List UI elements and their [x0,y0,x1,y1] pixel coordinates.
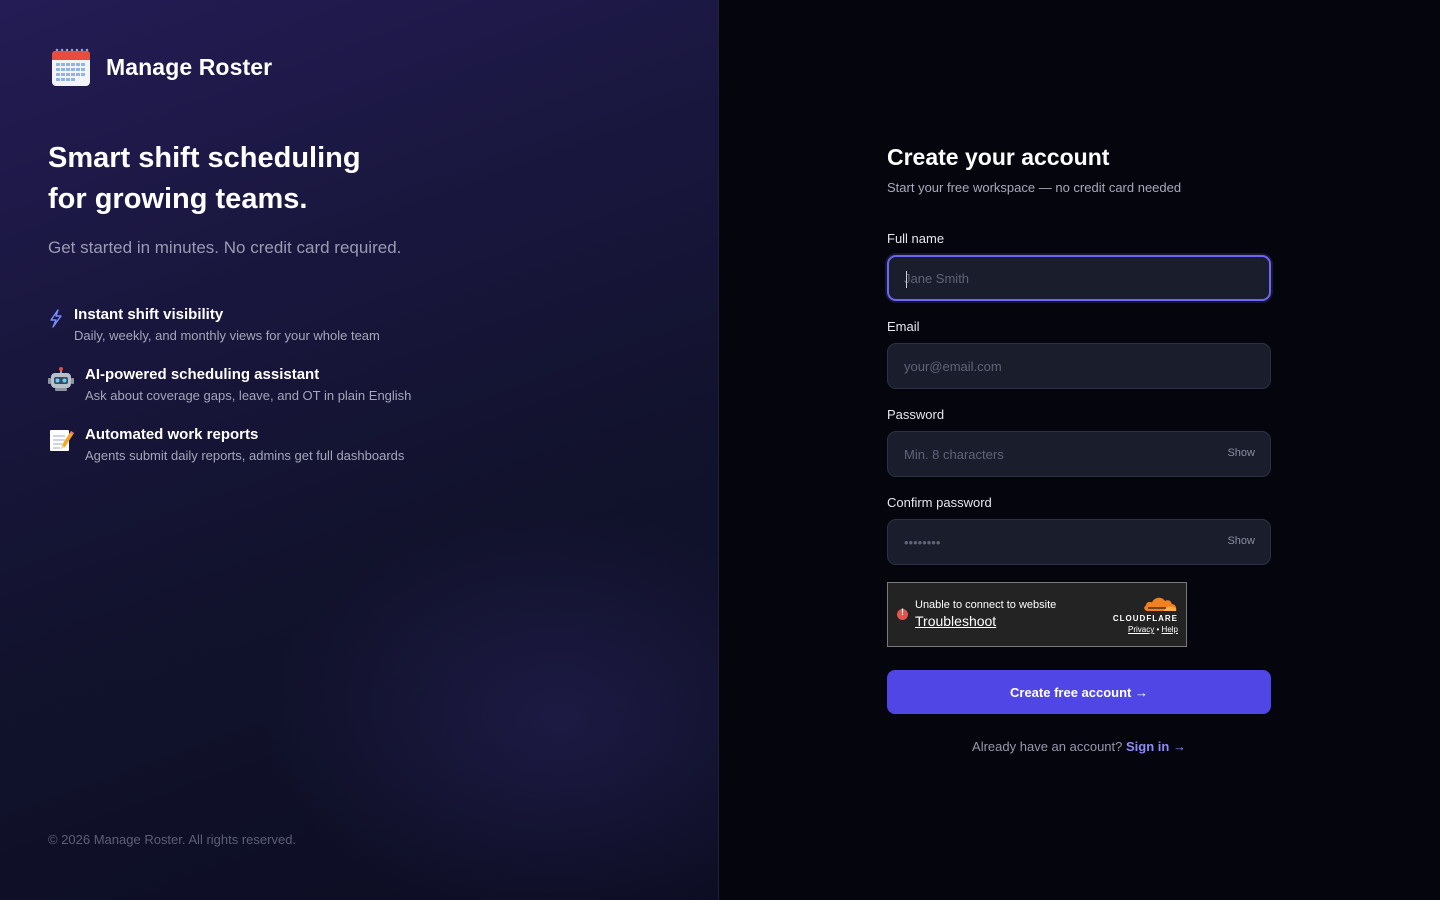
signin-link[interactable]: Sign in → [1126,739,1186,754]
full-name-label: Full name [887,231,945,246]
full-name-input[interactable] [904,270,1254,286]
feature-title: Instant shift visibility [74,306,224,323]
confirm-password-label: Confirm password [887,495,992,510]
brand: Manage Roster [50,46,272,88]
lightning-icon [48,307,68,333]
feature-title: Automated work reports [85,426,259,443]
full-name-input-box[interactable] [887,255,1271,301]
password-field: Password Show [887,407,1271,477]
memo-icon [48,427,74,453]
marketing-panel: Manage Roster Smart shift scheduling for… [0,0,719,900]
hero-headline-line2: for growing teams. [48,183,308,215]
help-link[interactable]: Help [1162,625,1178,634]
hero-headline-line1: Smart shift scheduling [48,142,361,174]
captcha-links: Privacy • Help [1113,625,1178,634]
confirm-password-field: Confirm password Show [887,495,1271,565]
cloudflare-logo-icon [1142,593,1178,613]
captcha-widget: Unable to connect to website Troubleshoo… [887,582,1187,647]
brand-name: Manage Roster [106,53,273,80]
link-separator: • [1156,625,1160,634]
confirm-password-input[interactable] [904,534,1254,550]
hero-subhead: Get started in minutes. No credit card r… [48,238,402,257]
email-label: Email [887,319,920,334]
captcha-text: Unable to connect to website Troubleshoo… [915,599,1056,631]
confirm-password-show-toggle[interactable]: Show [1227,535,1255,547]
signin-prompt: Already have an account? [972,739,1123,754]
feature-title: AI-powered scheduling assistant [85,366,320,383]
cloudflare-wordmark: CLOUDFLARE [1112,614,1178,623]
calendar-icon [50,46,92,88]
feature-desc: Ask about coverage gaps, leave, and OT i… [85,388,412,403]
feature-desc: Daily, weekly, and monthly views for you… [74,328,380,343]
captcha-message: Unable to connect to website [915,598,1057,611]
signup-form: Create your account Start your free work… [887,142,1271,754]
feature-item: Automated work reports Agents submit dai… [48,425,411,465]
confirm-password-input-box[interactable]: Show [887,519,1271,565]
troubleshoot-link[interactable]: Troubleshoot [915,613,996,629]
email-input[interactable] [904,358,1254,374]
feature-item: AI-powered scheduling assistant Ask abou… [48,365,411,405]
form-subtitle: Start your free workspace — no credit ca… [887,180,1182,195]
password-input[interactable] [904,446,1254,462]
text-caret [906,271,907,288]
signup-panel: Create your account Start your free work… [719,0,1440,900]
error-icon [897,607,908,620]
robot-icon [48,367,74,393]
create-account-button[interactable]: Create free account → [887,670,1271,714]
feature-desc: Agents submit daily reports, admins get … [85,448,405,463]
copyright: © 2026 Manage Roster. All rights reserve… [48,832,297,847]
feature-item: Instant shift visibility Daily, weekly, … [48,305,411,345]
password-show-toggle[interactable]: Show [1227,447,1255,459]
email-input-box[interactable] [887,343,1271,389]
cloudflare-brand: CLOUDFLARE Privacy • Help [1113,593,1178,634]
password-label: Password [887,407,945,422]
full-name-field: Full name [887,231,1271,301]
feature-list: Instant shift visibility Daily, weekly, … [48,305,411,485]
hero-headline: Smart shift scheduling for growing teams… [48,138,468,220]
email-field: Email [887,319,1271,389]
form-title: Create your account [887,144,1110,170]
privacy-link[interactable]: Privacy [1128,625,1154,634]
signin-row: Already have an account? Sign in → [887,739,1271,754]
password-input-box[interactable]: Show [887,431,1271,477]
